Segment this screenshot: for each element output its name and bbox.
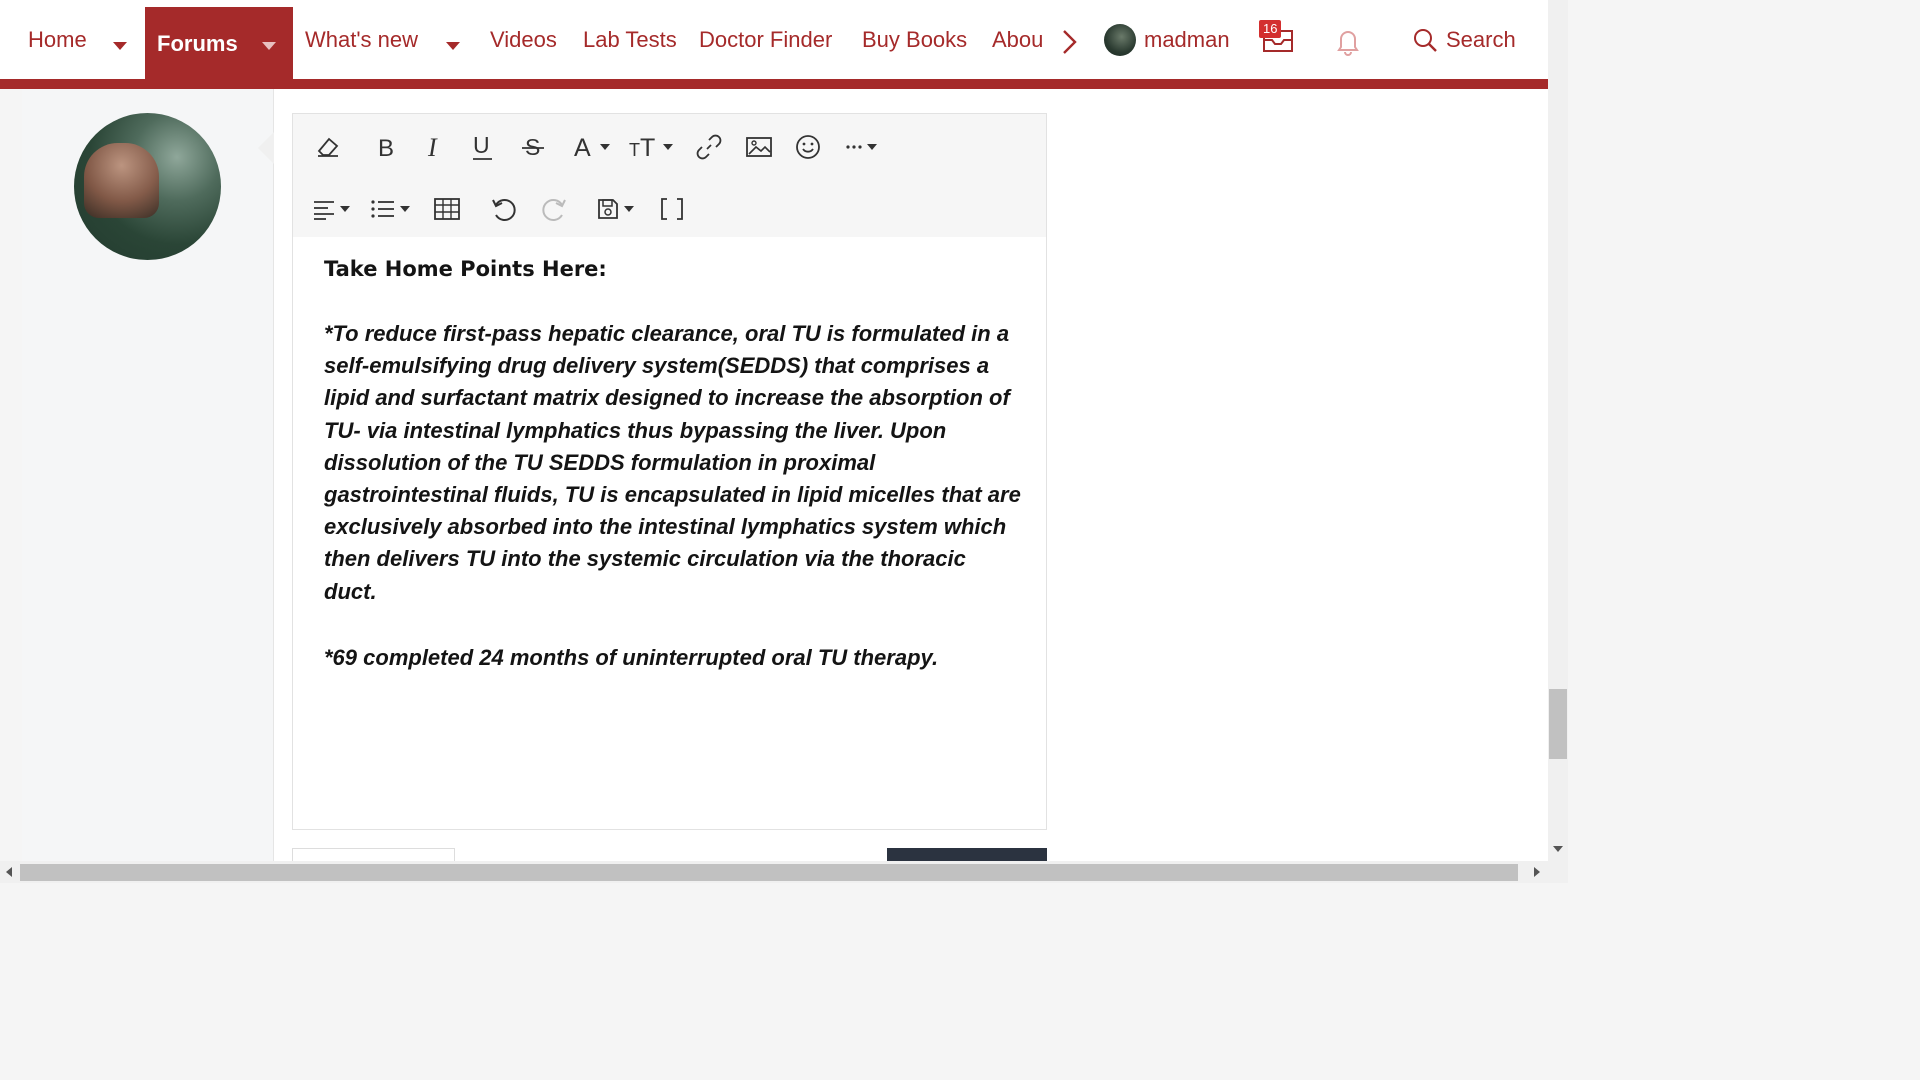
table-icon[interactable]: [429, 191, 465, 227]
editor-body[interactable]: Take Home Points Here: *To reduce first-…: [324, 254, 1024, 674]
redo-icon[interactable]: [536, 191, 572, 227]
vertical-scroll-thumb[interactable]: [1549, 689, 1567, 759]
italic-icon[interactable]: I: [416, 129, 452, 165]
post-reply-button[interactable]: [887, 848, 1047, 862]
align-icon[interactable]: [307, 191, 355, 227]
reply-editor[interactable]: B I U S A TT Take Home Points Here: *To …: [292, 113, 1047, 830]
list-icon[interactable]: [366, 191, 414, 227]
message-arrow: [258, 132, 274, 164]
home-chevron-down-icon[interactable]: [113, 42, 127, 50]
chevron-right-icon[interactable]: [1059, 28, 1081, 56]
more-icon[interactable]: [839, 129, 883, 165]
scroll-left-icon[interactable]: [6, 867, 14, 877]
smiley-icon[interactable]: [790, 129, 826, 165]
inbox-count-badge: 16: [1259, 20, 1282, 38]
whats-new-chevron-down-icon[interactable]: [446, 42, 460, 50]
svg-text:T: T: [640, 134, 655, 160]
nav-whats-new[interactable]: What's new: [305, 0, 418, 80]
post-paragraph-2: *69 completed 24 months of uninterrupted…: [324, 644, 939, 670]
editor-toolbar: B I U S A TT: [293, 114, 1046, 237]
post-paragraph-1: *To reduce first-pass hepatic clearance,…: [324, 321, 1021, 604]
avatar: [1104, 24, 1136, 56]
avatar-figure: [84, 143, 159, 218]
svg-text:A: A: [574, 134, 591, 160]
attach-files-button[interactable]: [292, 848, 455, 862]
search-button[interactable]: Search: [1412, 22, 1516, 58]
forums-chevron-down-icon[interactable]: [262, 42, 276, 50]
nav-about[interactable]: Abou: [992, 0, 1044, 80]
svg-text:U: U: [473, 133, 490, 158]
strikethrough-icon[interactable]: S: [515, 129, 551, 165]
search-label: Search: [1446, 27, 1516, 52]
underline-icon[interactable]: U: [465, 129, 501, 165]
user-avatar[interactable]: [74, 113, 221, 260]
username: madman: [1144, 27, 1230, 52]
post-heading: Take Home Points Here:: [324, 257, 607, 281]
svg-text:S: S: [525, 134, 540, 160]
bold-icon[interactable]: B: [368, 129, 404, 165]
svg-text:T: T: [629, 140, 640, 160]
font-color-icon[interactable]: A: [567, 129, 615, 165]
svg-text:I: I: [427, 135, 438, 159]
eraser-icon[interactable]: [310, 129, 346, 165]
nav-home[interactable]: Home: [28, 0, 87, 80]
search-icon: [1414, 29, 1437, 52]
bell-icon[interactable]: [1334, 26, 1362, 56]
drafts-icon[interactable]: [591, 191, 639, 227]
scroll-down-icon[interactable]: [1553, 846, 1563, 854]
horizontal-scroll-thumb[interactable]: [20, 864, 1518, 881]
bbcode-icon[interactable]: [654, 191, 690, 227]
font-size-icon[interactable]: TT: [627, 129, 675, 165]
nav-videos[interactable]: Videos: [490, 0, 557, 80]
link-icon[interactable]: [691, 129, 727, 165]
image-icon[interactable]: [741, 129, 777, 165]
nav-doctor-finder[interactable]: Doctor Finder: [699, 0, 832, 80]
svg-text:B: B: [378, 135, 394, 159]
nav-lab-tests[interactable]: Lab Tests: [583, 0, 677, 80]
user-menu[interactable]: madman: [1104, 22, 1230, 58]
scroll-right-icon[interactable]: [1534, 867, 1542, 877]
nav-buy-books[interactable]: Buy Books: [862, 0, 967, 80]
undo-icon[interactable]: [486, 191, 522, 227]
nav-forums-label: Forums: [157, 30, 238, 56]
nav-accent-stripe: [0, 79, 1548, 89]
